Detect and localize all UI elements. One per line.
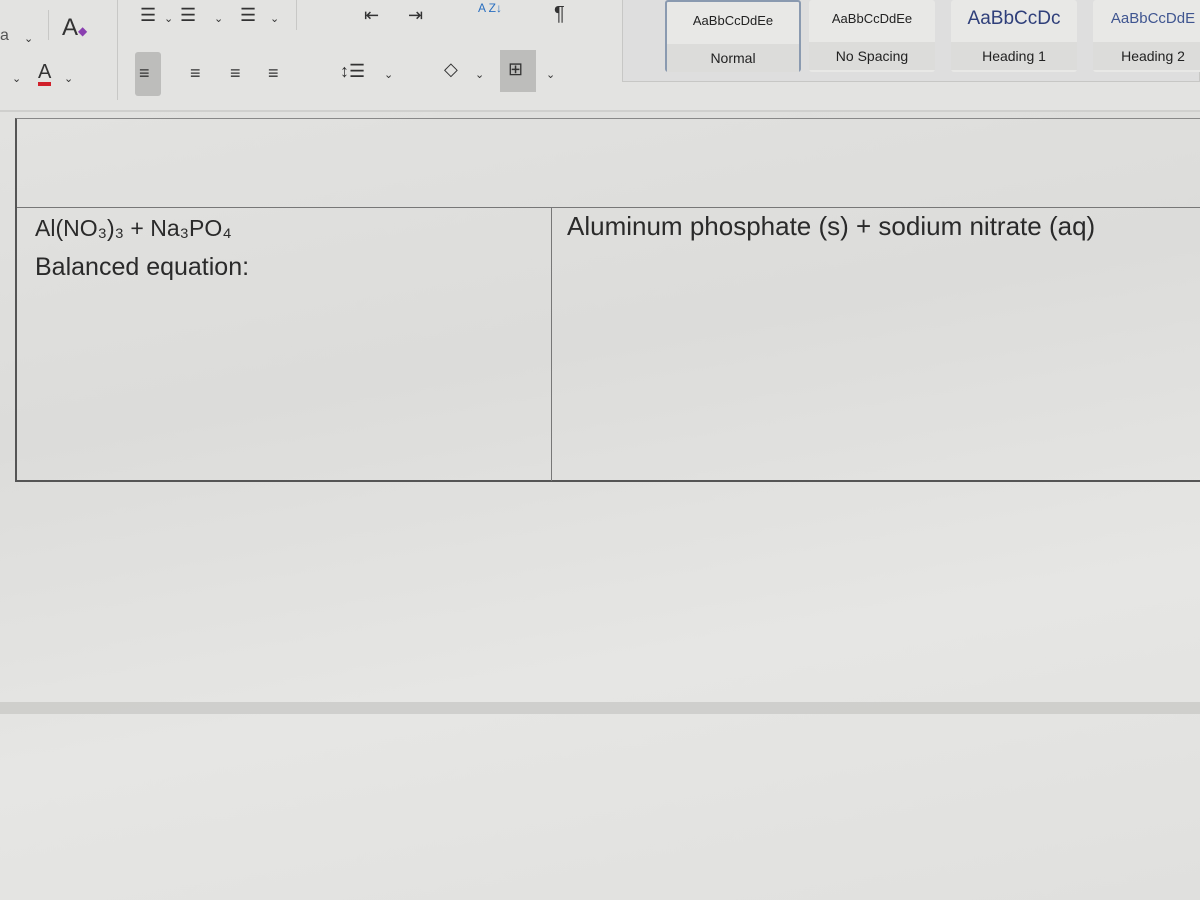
line-spacing-icon[interactable]: ↕☰ [340,62,365,80]
shading-icon[interactable]: ◇ [444,60,458,78]
divider [551,207,552,481]
sort-icon[interactable]: A Z↓ [478,2,502,14]
balanced-equation-label[interactable]: Balanced equation: [35,253,249,282]
font-size-fragment: a [0,27,9,44]
reactants-text[interactable]: Al(NO₃)₃ + Na₃PO₄ [35,215,232,242]
multilevel-list-icon[interactable]: ☰ [240,6,256,24]
style-label: Heading 2 [1093,42,1200,70]
style-label: No Spacing [809,42,935,70]
decrease-indent-icon[interactable]: ⇤ [364,6,379,24]
style-sample: AaBbCcDdEe [692,13,774,28]
document-table: Al(NO₃)₃ + Na₃PO₄ Balanced equation: Alu… [15,118,1200,482]
chevron-down-icon[interactable]: ⌄ [214,12,223,25]
align-right-icon[interactable]: ≡ [230,64,241,82]
style-heading-2[interactable]: AaBbCcDdE Heading 2 [1093,0,1200,72]
style-label: Heading 1 [951,42,1077,70]
bullets-icon[interactable]: ☰ [140,6,156,24]
font-color-icon[interactable]: A [38,62,52,86]
chevron-down-icon[interactable]: ⌄ [64,72,73,85]
divider [296,0,297,30]
style-no-spacing[interactable]: AaBbCcDdEe No Spacing [809,0,935,72]
chevron-down-icon[interactable]: ⌄ [12,72,21,85]
products-text[interactable]: Aluminum phosphate (s) + sodium nitrate … [567,211,1095,242]
borders-icon[interactable]: ⊞ [500,50,536,92]
style-heading-1[interactable]: AaBbCcDc Heading 1 [951,0,1077,72]
chevron-down-icon[interactable]: ⌄ [384,68,393,81]
ribbon: a ⌄ A◆ ☰ ⌄ ☰ ⌄ ☰ ⌄ ⇤ ⇥ A Z↓ ¶ ⌄ A ⌄ ≡ ≡ ≡ ≡… [0,0,1200,112]
show-formatting-icon[interactable]: ¶ [554,4,565,24]
align-left-icon[interactable]: ≡ [135,52,161,96]
style-sample: AaBbCcDdE [1110,10,1196,27]
chevron-down-icon[interactable]: ⌄ [546,68,555,81]
chevron-down-icon[interactable]: ⌄ [475,68,484,81]
page-break [0,702,1200,714]
divider [48,10,49,40]
style-normal[interactable]: AaBbCcDdEe Normal [665,0,801,72]
divider [117,0,118,100]
increase-indent-icon[interactable]: ⇥ [408,6,423,24]
chevron-down-icon[interactable]: ⌄ [24,32,33,45]
chevron-down-icon[interactable]: ⌄ [270,12,279,25]
styles-gallery: AaBbCcDdEe Normal AaBbCcDdEe No Spacing Aa… [622,0,1200,82]
clear-formatting-icon[interactable]: A◆ [62,16,87,40]
document-area[interactable]: Al(NO₃)₃ + Na₃PO₄ Balanced equation: Alu… [0,112,1200,900]
style-label: Normal [667,44,799,72]
align-center-icon[interactable]: ≡ [190,64,201,82]
chevron-down-icon[interactable]: ⌄ [164,12,173,25]
divider [17,207,1200,208]
justify-icon[interactable]: ≡ [268,64,279,82]
style-sample: AaBbCcDdEe [831,11,913,26]
style-sample: AaBbCcDc [967,8,1061,29]
numbering-icon[interactable]: ☰ [180,6,196,24]
